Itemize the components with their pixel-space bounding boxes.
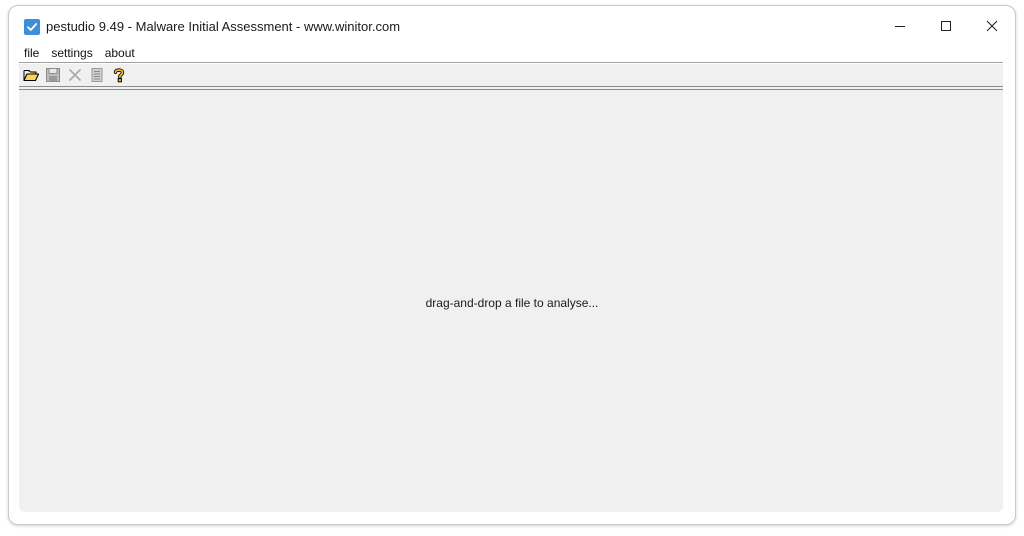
- title-bar[interactable]: pestudio 9.49 - Malware Initial Assessme…: [9, 6, 1015, 46]
- menu-about[interactable]: about: [99, 44, 141, 62]
- maximize-button[interactable]: [923, 6, 969, 46]
- drop-hint-text: drag-and-drop a file to analyse...: [425, 296, 599, 310]
- minimize-button[interactable]: [877, 6, 923, 46]
- open-button[interactable]: [20, 65, 42, 85]
- menu-bar: file settings about: [19, 44, 141, 62]
- open-folder-icon: [23, 70, 39, 81]
- window-controls: [877, 6, 1015, 46]
- maximize-icon: [941, 21, 951, 31]
- cut-cross-icon: [68, 68, 82, 82]
- help-question-icon: [113, 68, 125, 83]
- cut-button[interactable]: [64, 65, 86, 85]
- drop-area[interactable]: drag-and-drop a file to analyse...: [19, 90, 1003, 512]
- checkbox-check-icon: [24, 19, 40, 35]
- save-disk-icon: [46, 68, 60, 82]
- toolbar: [19, 64, 1003, 86]
- save-button[interactable]: [42, 65, 64, 85]
- minimize-icon: [895, 26, 905, 27]
- menu-settings[interactable]: settings: [45, 44, 98, 62]
- menu-file[interactable]: file: [19, 44, 45, 62]
- app-window: pestudio 9.49 - Malware Initial Assessme…: [8, 5, 1016, 525]
- list-button[interactable]: [86, 65, 108, 85]
- close-icon: [986, 20, 998, 32]
- document-list-icon: [91, 68, 103, 82]
- close-button[interactable]: [969, 6, 1015, 46]
- window-title: pestudio 9.49 - Malware Initial Assessme…: [46, 19, 401, 34]
- help-button[interactable]: [108, 65, 130, 85]
